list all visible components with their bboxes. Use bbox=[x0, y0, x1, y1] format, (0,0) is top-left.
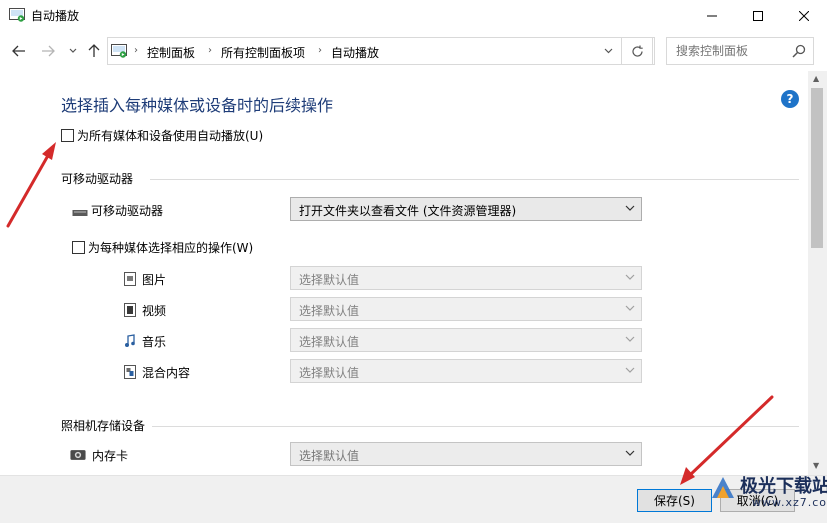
watermark-subtext: www.xz7.com bbox=[752, 496, 827, 509]
music-action-select[interactable]: 选择默认值 bbox=[290, 328, 642, 352]
mixed-content-action-value: 选择默认值 bbox=[299, 366, 360, 380]
breadcrumb-separator-icon: › bbox=[318, 45, 322, 56]
maximize-button[interactable] bbox=[735, 0, 781, 31]
recent-locations-button[interactable] bbox=[63, 41, 83, 61]
section-divider bbox=[150, 179, 799, 180]
removable-drive-action-select[interactable]: 打开文件夹以查看文件 (文件资源管理器) bbox=[290, 197, 642, 221]
scroll-down-icon[interactable]: ▼ bbox=[813, 461, 819, 470]
memory-card-icon bbox=[70, 448, 86, 462]
media-row-label-mixed: 混合内容 bbox=[142, 366, 191, 380]
refresh-button[interactable] bbox=[621, 37, 653, 65]
autoplay-app-icon bbox=[9, 8, 25, 22]
media-row-label-music: 音乐 bbox=[142, 335, 167, 349]
scroll-up-icon[interactable]: ▲ bbox=[813, 74, 819, 83]
memory-card-label: 内存卡 bbox=[92, 449, 129, 463]
breadcrumb-control-panel[interactable]: 控制面板 bbox=[147, 44, 195, 61]
per-media-checkbox[interactable] bbox=[72, 241, 85, 254]
picture-action-select[interactable]: 选择默认值 bbox=[290, 266, 642, 290]
refresh-icon bbox=[631, 45, 643, 57]
back-arrow-icon bbox=[12, 45, 25, 57]
up-arrow-icon bbox=[88, 44, 100, 57]
music-action-value: 选择默认值 bbox=[299, 335, 360, 349]
forward-arrow-icon bbox=[42, 45, 55, 57]
vertical-scrollbar[interactable]: ▲ ▼ bbox=[808, 71, 827, 475]
page-heading: 选择插入每种媒体或设备时的后续操作 bbox=[61, 96, 334, 115]
breadcrumb-separator-icon: › bbox=[208, 45, 212, 56]
chevron-down-icon bbox=[625, 367, 635, 373]
memory-card-action-select[interactable]: 选择默认值 bbox=[290, 442, 642, 466]
removable-drive-icon bbox=[72, 206, 88, 220]
memory-card-action-value: 选择默认值 bbox=[299, 449, 360, 463]
forward-button[interactable] bbox=[38, 41, 58, 61]
per-media-label[interactable]: 为每种媒体选择相应的操作(W) bbox=[88, 239, 253, 256]
chevron-down-icon bbox=[625, 274, 635, 280]
music-icon bbox=[122, 334, 138, 348]
window-title: 自动播放 bbox=[31, 9, 80, 23]
camera-section-title: 照相机存储设备 bbox=[61, 419, 146, 433]
chevron-down-icon bbox=[625, 205, 635, 211]
mixed-content-icon bbox=[122, 365, 138, 379]
control-panel-icon bbox=[111, 44, 127, 58]
media-row-label-video: 视频 bbox=[142, 304, 167, 318]
media-row-label-picture: 图片 bbox=[142, 273, 167, 287]
save-button[interactable]: 保存(S) bbox=[637, 489, 712, 512]
chevron-down-icon bbox=[625, 305, 635, 311]
dialog-footer: 保存(S) 取消(C) bbox=[0, 475, 827, 523]
minimize-button[interactable] bbox=[689, 0, 735, 31]
picture-icon bbox=[122, 272, 138, 286]
watermark: 极光下载站 www.xz7.com bbox=[708, 470, 827, 514]
search-icon[interactable] bbox=[792, 44, 806, 58]
chevron-down-icon bbox=[69, 48, 77, 53]
use-autoplay-all-label[interactable]: 为所有媒体和设备使用自动播放(U) bbox=[77, 127, 263, 144]
close-icon bbox=[799, 10, 809, 21]
watermark-logo-icon bbox=[712, 477, 734, 498]
use-autoplay-all-checkbox[interactable] bbox=[61, 129, 74, 142]
scroll-thumb[interactable] bbox=[811, 88, 823, 248]
back-button[interactable] bbox=[9, 41, 29, 61]
search-box[interactable] bbox=[666, 37, 814, 65]
search-input[interactable] bbox=[676, 44, 786, 58]
section-divider bbox=[152, 426, 799, 427]
removable-drive-action-value: 打开文件夹以查看文件 (文件资源管理器) bbox=[299, 204, 517, 218]
mixed-content-action-select[interactable]: 选择默认值 bbox=[290, 359, 642, 383]
chevron-down-icon bbox=[604, 48, 612, 54]
help-icon[interactable]: ? bbox=[781, 90, 799, 108]
maximize-icon bbox=[753, 10, 763, 21]
address-history-button[interactable] bbox=[596, 38, 620, 64]
breadcrumb-all-items[interactable]: 所有控制面板项 bbox=[221, 44, 305, 61]
up-button[interactable] bbox=[84, 41, 104, 61]
video-action-value: 选择默认值 bbox=[299, 304, 360, 318]
video-action-select[interactable]: 选择默认值 bbox=[290, 297, 642, 321]
minimize-icon bbox=[707, 15, 717, 16]
video-icon bbox=[122, 303, 138, 317]
removable-drive-label: 可移动驱动器 bbox=[91, 204, 164, 218]
content-pane: 选择插入每种媒体或设备时的后续操作 ? 为所有媒体和设备使用自动播放(U) 可移… bbox=[0, 71, 808, 475]
breadcrumb-autoplay[interactable]: 自动播放 bbox=[331, 44, 379, 61]
removable-section-title: 可移动驱动器 bbox=[61, 172, 134, 186]
chevron-down-icon bbox=[625, 336, 635, 342]
watermark-text: 极光下载站 bbox=[740, 476, 827, 497]
address-bar[interactable]: › 控制面板 › 所有控制面板项 › 自动播放 bbox=[107, 37, 655, 65]
title-bar: 自动播放 bbox=[0, 0, 827, 31]
chevron-down-icon bbox=[625, 450, 635, 456]
close-button[interactable] bbox=[781, 0, 827, 31]
picture-action-value: 选择默认值 bbox=[299, 273, 360, 287]
breadcrumb-separator-icon: › bbox=[134, 45, 138, 56]
